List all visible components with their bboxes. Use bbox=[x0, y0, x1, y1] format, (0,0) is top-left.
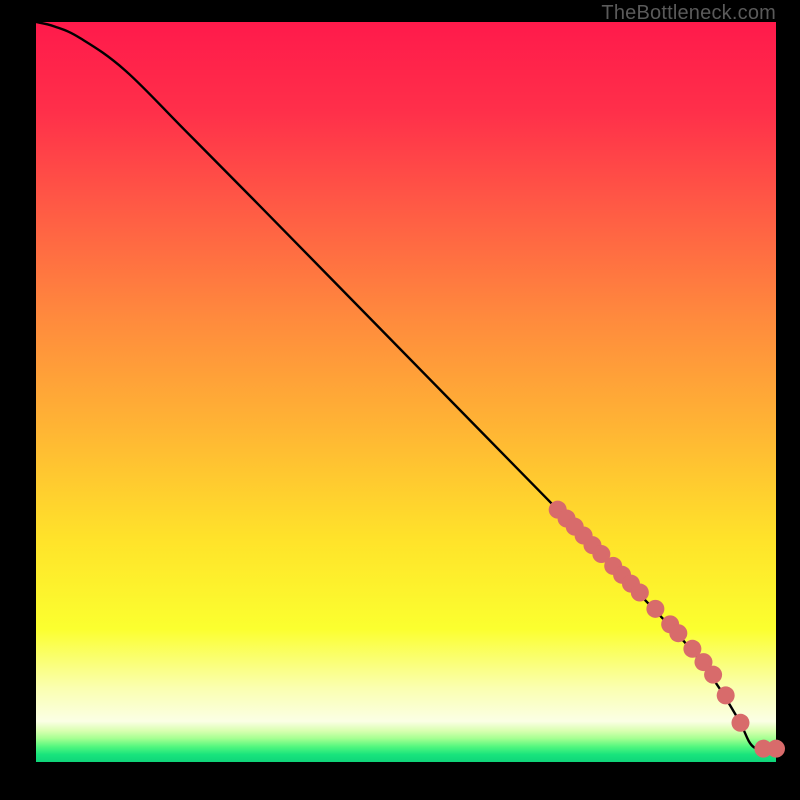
data-marker bbox=[717, 686, 735, 704]
data-marker bbox=[669, 624, 687, 642]
data-marker bbox=[767, 740, 785, 758]
data-marker bbox=[731, 714, 749, 732]
data-marker bbox=[631, 584, 649, 602]
plot-area bbox=[36, 22, 776, 762]
curve-line bbox=[36, 22, 776, 750]
marker-group bbox=[549, 501, 785, 758]
data-marker bbox=[704, 666, 722, 684]
data-marker bbox=[646, 600, 664, 618]
chart-svg bbox=[36, 22, 776, 762]
chart-stage: TheBottleneck.com bbox=[0, 0, 800, 800]
